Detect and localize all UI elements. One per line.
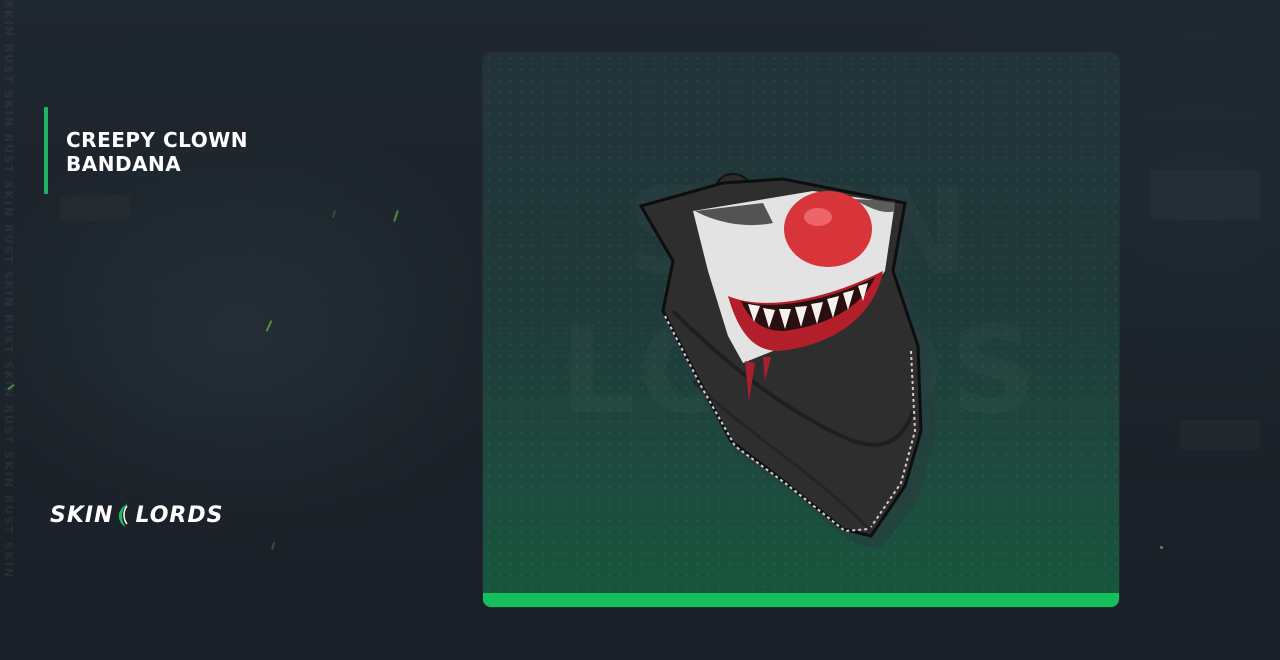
- skin-preview-page: SKIN RUST SKIN RUST SKIN RUST SKIN RUST …: [0, 0, 1280, 660]
- spark-decoration: [265, 320, 273, 332]
- item-title: CREEPY CLOWN BANDANA: [66, 128, 248, 176]
- ghost-shape: [60, 195, 130, 221]
- side-watermark-text: SKIN RUST SKIN RUST SKIN RUST SKIN RUST …: [2, 0, 15, 580]
- ghost-shape: [1150, 170, 1260, 220]
- skinlords-logo: SKIN LORDS: [50, 500, 223, 530]
- side-watermark: SKIN RUST SKIN RUST SKIN RUST SKIN RUST …: [2, 0, 16, 660]
- title-accent-bar: [44, 107, 48, 194]
- item-title-line-1: CREEPY CLOWN: [66, 128, 249, 152]
- spark-decoration: [393, 210, 399, 222]
- spark-decoration: [270, 541, 276, 551]
- spark-decoration: [1160, 546, 1163, 549]
- clown-bandana-skin-icon: [633, 173, 935, 550]
- ghost-shape: [1180, 420, 1260, 450]
- logo-text-left: SKIN: [50, 502, 114, 528]
- item-title-block: CREEPY CLOWN BANDANA: [44, 107, 248, 194]
- item-title-line-2: BANDANA: [66, 152, 182, 176]
- item-card: SKIN LORDS: [483, 53, 1119, 607]
- spark-decoration: [331, 209, 337, 219]
- logo-text-right: LORDS: [135, 502, 224, 528]
- green-crescent-icon: [118, 503, 129, 527]
- rarity-bar: [483, 593, 1119, 607]
